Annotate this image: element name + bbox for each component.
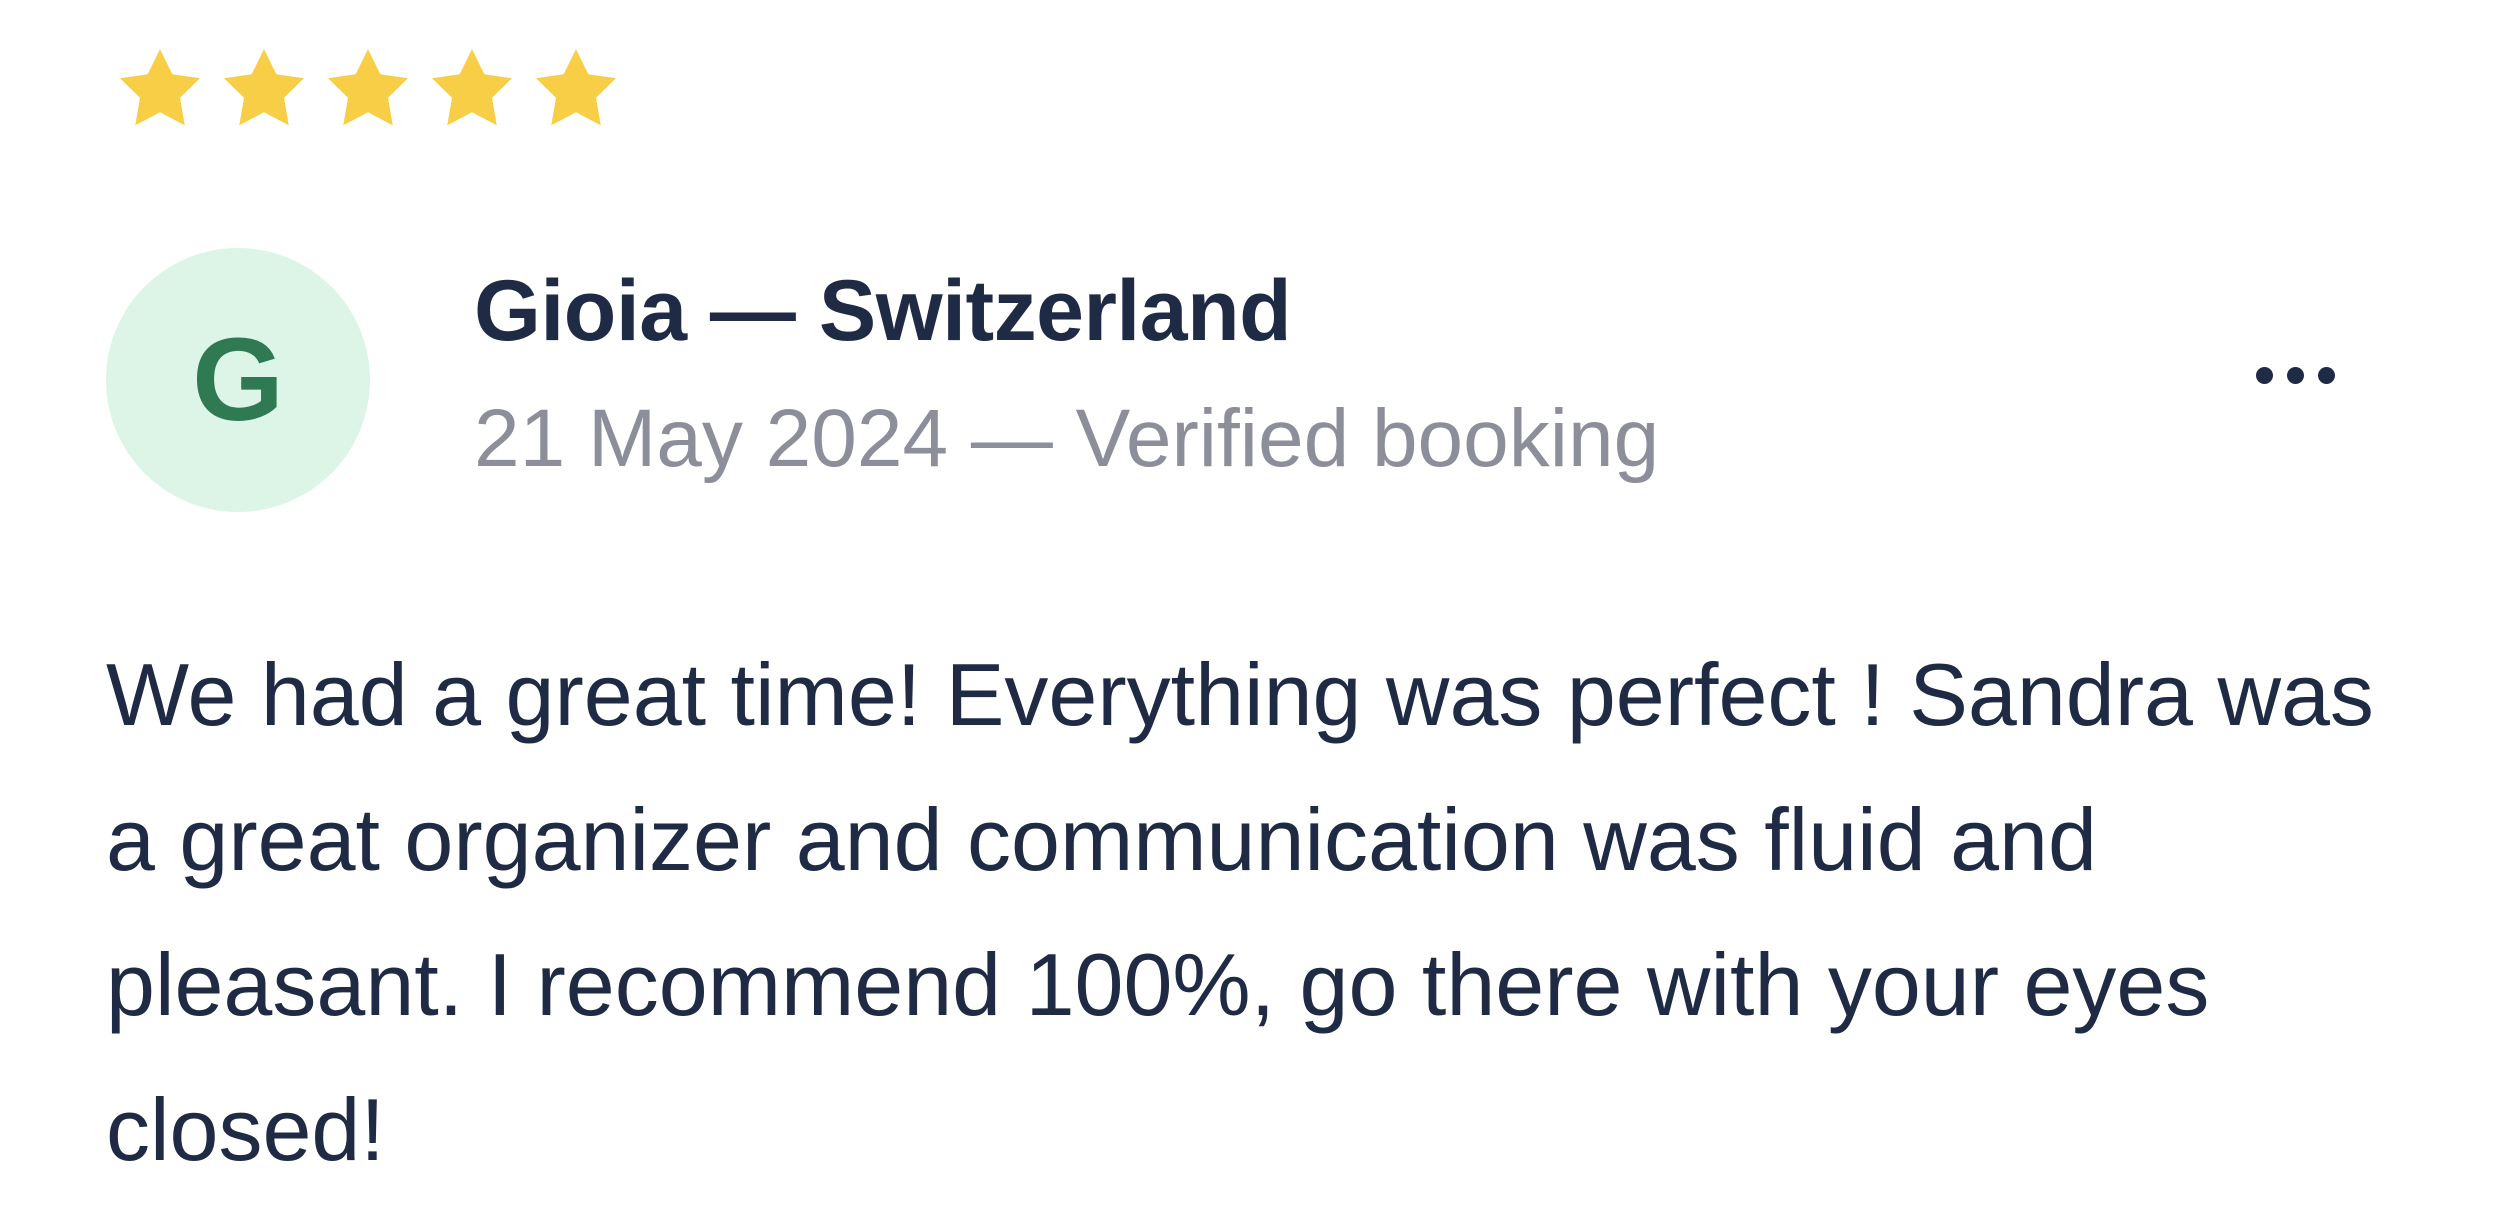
star-rating <box>112 42 624 138</box>
more-horizontal-icon <box>2255 366 2273 384</box>
more-horizontal-icon <box>2317 366 2335 384</box>
star-icon <box>216 42 312 138</box>
star-icon <box>112 42 208 138</box>
star-icon <box>320 42 416 138</box>
star-icon <box>528 42 624 138</box>
more-options-button[interactable] <box>2230 340 2360 410</box>
review-text: We had a great time! Everything was perf… <box>106 645 2374 1179</box>
more-horizontal-icon <box>2286 366 2304 384</box>
review-date-meta: 21 May 2024 — Verified booking <box>474 393 1660 484</box>
avatar: G <box>106 248 370 512</box>
star-icon <box>424 42 520 138</box>
reviewer-name: Gioia — Switzerland <box>474 263 1292 359</box>
avatar-initial: G <box>192 314 284 446</box>
